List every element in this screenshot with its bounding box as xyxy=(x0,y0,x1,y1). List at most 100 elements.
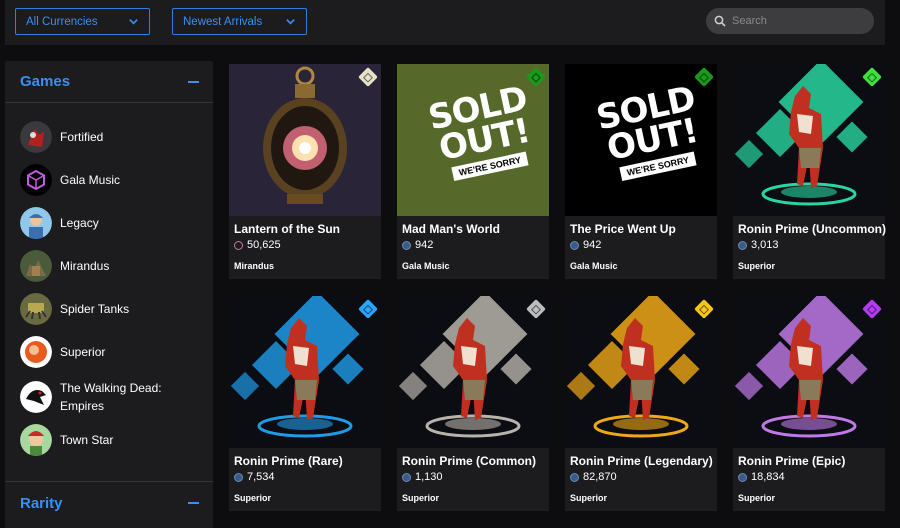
product-price: 942 xyxy=(402,239,433,251)
product-price: 7,534 xyxy=(234,471,275,483)
sidebar-item-label: Mirandus xyxy=(60,258,110,273)
product-name[interactable]: Ronin Prime (Legendary) xyxy=(570,454,713,468)
product-game-label: Superior xyxy=(738,261,776,271)
sidebar-item-label: Gala Music xyxy=(60,172,121,187)
product-name[interactable]: Ronin Prime (Common) xyxy=(402,454,536,468)
product-image[interactable] xyxy=(229,64,381,216)
search-input[interactable] xyxy=(732,15,862,27)
product-image[interactable] xyxy=(229,296,381,448)
chevron-down-icon xyxy=(286,19,295,25)
currency-ring-icon xyxy=(234,240,243,250)
gala-token-icon xyxy=(402,472,411,482)
collapse-icon[interactable] xyxy=(188,80,199,83)
sidebar-item-label: Town Star xyxy=(60,433,114,447)
product-price: 942 xyxy=(570,239,601,251)
product-price: 1,130 xyxy=(402,471,443,483)
sold-out-text: SOLD OUT! xyxy=(424,78,534,169)
sidebar-item-game[interactable]: Superior xyxy=(5,330,213,373)
sidebar-item-game[interactable]: Mirandus xyxy=(5,244,213,287)
fortified-icon xyxy=(20,121,52,153)
product-game-label: Gala Music xyxy=(570,261,618,271)
rarity-section: Rarity xyxy=(5,481,213,528)
product-image[interactable] xyxy=(565,296,717,448)
product-price-value: 82,870 xyxy=(583,471,617,483)
currency-dropdown-label: All Currencies xyxy=(26,15,98,28)
product-name[interactable]: Ronin Prime (Rare) xyxy=(234,454,343,468)
mirandus-icon xyxy=(20,249,52,282)
sidebar-item-label: The Walking Dead: Empires xyxy=(60,380,162,413)
product-price: 18,834 xyxy=(738,471,785,483)
chevron-down-icon xyxy=(129,19,138,25)
gala-token-icon xyxy=(738,472,747,482)
product-price-value: 942 xyxy=(583,239,602,251)
gala-token-icon xyxy=(570,472,579,482)
product-image[interactable] xyxy=(397,296,549,448)
sidebar: Games Fortified Gala Music Legacy Mirandus S… xyxy=(5,61,213,528)
sold-out-stamp: SOLD OUT! WE'RE SORRY xyxy=(410,79,549,188)
product-card[interactable]: Ronin Prime (Uncommon) 3,013 Superior xyxy=(733,64,886,279)
sidebar-item-label: Legacy xyxy=(60,215,99,230)
product-price-value: 18,834 xyxy=(751,471,785,483)
games-section-title: Games xyxy=(20,73,71,90)
product-name[interactable]: Mad Man's World xyxy=(402,222,500,236)
collapse-icon[interactable] xyxy=(188,502,199,504)
product-card[interactable]: Lantern of the Sun 50,625 Mirandus xyxy=(229,64,381,279)
product-card[interactable]: SOLD OUT! WE'RE SORRY Mad Man's World 942 Ga… xyxy=(397,64,549,279)
product-price-value: 50,625 xyxy=(247,239,281,251)
product-price-value: 942 xyxy=(415,239,434,251)
product-image[interactable] xyxy=(733,296,885,448)
currency-dropdown[interactable]: All Currencies xyxy=(15,8,150,35)
product-name[interactable]: Ronin Prime (Epic) xyxy=(738,454,845,468)
product-image[interactable]: SOLD OUT! WE'RE SORRY xyxy=(565,64,717,216)
product-card[interactable]: Ronin Prime (Rare) 7,534 Superior xyxy=(229,296,381,511)
games-list: Fortified Gala Music Legacy Mirandus Spider … xyxy=(5,103,213,460)
product-image[interactable]: SOLD OUT! WE'RE SORRY xyxy=(397,64,549,216)
product-game-label: Superior xyxy=(402,493,440,503)
rarity-section-title: Rarity xyxy=(20,494,63,512)
product-price: 50,625 xyxy=(234,239,281,251)
product-name[interactable]: Ronin Prime (Uncommon) xyxy=(738,222,886,236)
superior-icon xyxy=(20,335,52,368)
sidebar-item-game[interactable]: Gala Music xyxy=(5,158,213,201)
search-box[interactable] xyxy=(706,8,874,34)
sidebar-item-label: Fortified xyxy=(60,130,104,144)
town-star-icon xyxy=(20,424,52,456)
sold-out-text: SOLD OUT! xyxy=(592,78,702,169)
product-price: 3,013 xyxy=(738,239,779,251)
product-name[interactable]: The Price Went Up xyxy=(570,222,676,236)
product-card[interactable]: Ronin Prime (Common) 1,130 Superior xyxy=(397,296,549,511)
gala-token-icon xyxy=(402,240,411,250)
sidebar-item-game[interactable]: Town Star xyxy=(5,420,213,460)
product-game-label: Superior xyxy=(234,493,272,503)
product-price-value: 7,534 xyxy=(247,471,275,483)
gala-token-icon xyxy=(738,240,747,250)
sold-out-stamp: SOLD OUT! WE'RE SORRY xyxy=(578,79,717,188)
product-game-label: Superior xyxy=(570,493,608,503)
product-game-label: Mirandus xyxy=(234,261,275,271)
search-icon xyxy=(714,15,726,27)
product-price-value: 1,130 xyxy=(415,471,443,483)
product-name[interactable]: Lantern of the Sun xyxy=(234,222,340,236)
spider-tanks-icon xyxy=(20,292,52,325)
sidebar-item-label: Spider Tanks xyxy=(60,301,130,316)
sidebar-item-game[interactable]: Spider Tanks xyxy=(5,287,213,330)
sidebar-item-game[interactable]: Fortified xyxy=(5,116,213,158)
sidebar-item-game[interactable]: The Walking Dead: Empires xyxy=(5,373,213,420)
gala-music-icon xyxy=(20,163,52,196)
legacy-icon xyxy=(20,206,52,239)
sidebar-item-game[interactable]: Legacy xyxy=(5,201,213,244)
product-card[interactable]: SOLD OUT! WE'RE SORRY The Price Went Up 942… xyxy=(565,64,717,279)
games-section-header[interactable]: Games xyxy=(5,61,213,103)
product-card[interactable]: Ronin Prime (Legendary) 82,870 Superior xyxy=(565,296,717,511)
product-price: 82,870 xyxy=(570,471,617,483)
product-game-label: Gala Music xyxy=(402,261,450,271)
product-price-value: 3,013 xyxy=(751,239,779,251)
sort-dropdown[interactable]: Newest Arrivals xyxy=(172,8,307,35)
product-card[interactable]: Ronin Prime (Epic) 18,834 Superior xyxy=(733,296,885,511)
gala-token-icon xyxy=(570,240,579,250)
product-image[interactable] xyxy=(733,64,885,216)
sidebar-item-label: Superior xyxy=(60,344,106,359)
product-game-label: Superior xyxy=(738,493,776,503)
sort-dropdown-label: Newest Arrivals xyxy=(183,15,263,28)
rarity-section-header[interactable]: Rarity xyxy=(5,482,213,524)
